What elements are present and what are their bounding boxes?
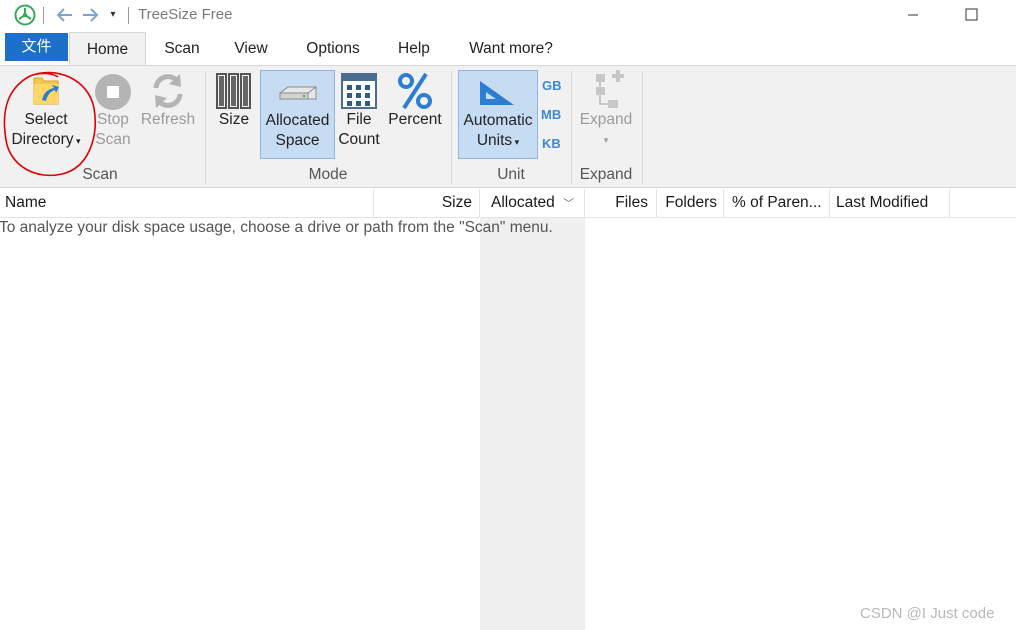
column-header-last-modified[interactable]: Last Modified — [830, 189, 950, 217]
refresh-button[interactable]: Refresh — [137, 70, 199, 158]
sort-chevron-down-icon: ﹀ — [563, 198, 575, 210]
file-count-label-1: File — [346, 111, 372, 128]
expand-button[interactable]: Expand ▾ — [576, 70, 636, 158]
group-separator — [205, 71, 206, 184]
sorted-column-highlight — [480, 218, 585, 630]
ruler-triangle-icon — [480, 81, 514, 105]
expand-label: Expand — [579, 111, 633, 128]
column-header-allocated[interactable]: Allocated ﹀ — [480, 189, 585, 217]
title-separator — [128, 7, 129, 24]
tab-want-more[interactable]: Want more? — [460, 32, 562, 65]
title-separator — [43, 7, 44, 24]
expand-tree-icon — [596, 70, 624, 108]
column-header-folders[interactable]: Folders — [657, 189, 724, 217]
dropdown-arrow-icon: ▾ — [603, 135, 609, 145]
annotation-circle — [3, 71, 96, 177]
unit-group-label: Unit — [497, 166, 525, 183]
tab-file[interactable]: 文件 — [5, 33, 68, 61]
percent-icon — [398, 72, 432, 110]
watermark: CSDN @I Just code — [860, 605, 995, 622]
automatic-units-button[interactable]: Automatic Units ▾ — [458, 70, 538, 159]
automatic-units-label-2: Units — [476, 132, 513, 149]
window-title: TreeSize Free — [138, 6, 233, 23]
maximize-icon[interactable] — [958, 4, 984, 26]
mode-group-label: Mode — [308, 166, 348, 183]
size-mode-label: Size — [218, 111, 250, 128]
allocated-space-label-2: Space — [275, 132, 320, 149]
file-count-label-2: Count — [338, 131, 380, 148]
group-separator — [642, 71, 643, 184]
menu-tab-bar: 文件 Home Scan View Options Help Want more… — [0, 32, 1016, 66]
allocated-space-mode-button[interactable]: Allocated Space — [260, 70, 335, 159]
column-header-name[interactable]: Name — [0, 189, 374, 217]
tab-options[interactable]: Options — [297, 32, 369, 65]
column-header-percent-of-parent[interactable]: % of Paren... — [724, 189, 830, 217]
title-bar: ▾ TreeSize Free — [0, 0, 1016, 32]
file-count-mode-button[interactable]: File Count — [337, 70, 381, 158]
column-header-size[interactable]: Size — [374, 189, 480, 217]
forward-arrow-icon[interactable] — [80, 5, 100, 25]
allocated-space-label-1: Allocated — [265, 112, 330, 129]
ribbon: Select Directory ▾ Stop Scan Refresh Sca… — [0, 65, 1016, 188]
size-mode-button[interactable]: Size — [212, 70, 256, 158]
group-separator — [451, 71, 452, 184]
hard-drive-icon — [279, 86, 316, 100]
unit-gb-button[interactable]: GB — [542, 78, 562, 93]
refresh-icon — [153, 74, 183, 108]
automatic-units-label-1: Automatic — [463, 112, 533, 129]
unit-kb-button[interactable]: KB — [542, 136, 561, 151]
tab-home[interactable]: Home — [69, 32, 146, 66]
quick-access-dropdown-icon[interactable]: ▾ — [106, 8, 120, 22]
minimize-icon[interactable] — [900, 4, 926, 26]
tab-help[interactable]: Help — [389, 32, 439, 65]
tab-view[interactable]: View — [226, 32, 276, 65]
bar-columns-icon — [216, 73, 251, 109]
tab-scan[interactable]: Scan — [156, 32, 208, 65]
dropdown-arrow-icon: ▾ — [512, 137, 520, 147]
refresh-label: Refresh — [140, 111, 196, 128]
treesize-app-icon[interactable] — [14, 4, 36, 26]
percent-label: Percent — [388, 111, 442, 128]
back-arrow-icon[interactable] — [55, 5, 75, 25]
list-header: Name Size Allocated ﹀ Files Folders % of… — [0, 189, 1016, 218]
unit-mb-button[interactable]: MB — [541, 107, 561, 122]
empty-state-message: To analyze your disk space usage, choose… — [0, 219, 553, 236]
expand-group-label: Expand — [579, 166, 633, 183]
column-header-allocated-label: Allocated — [491, 194, 555, 211]
percent-mode-button[interactable]: Percent — [385, 70, 445, 158]
column-header-files[interactable]: Files — [585, 189, 657, 217]
grid-count-icon — [341, 73, 377, 109]
